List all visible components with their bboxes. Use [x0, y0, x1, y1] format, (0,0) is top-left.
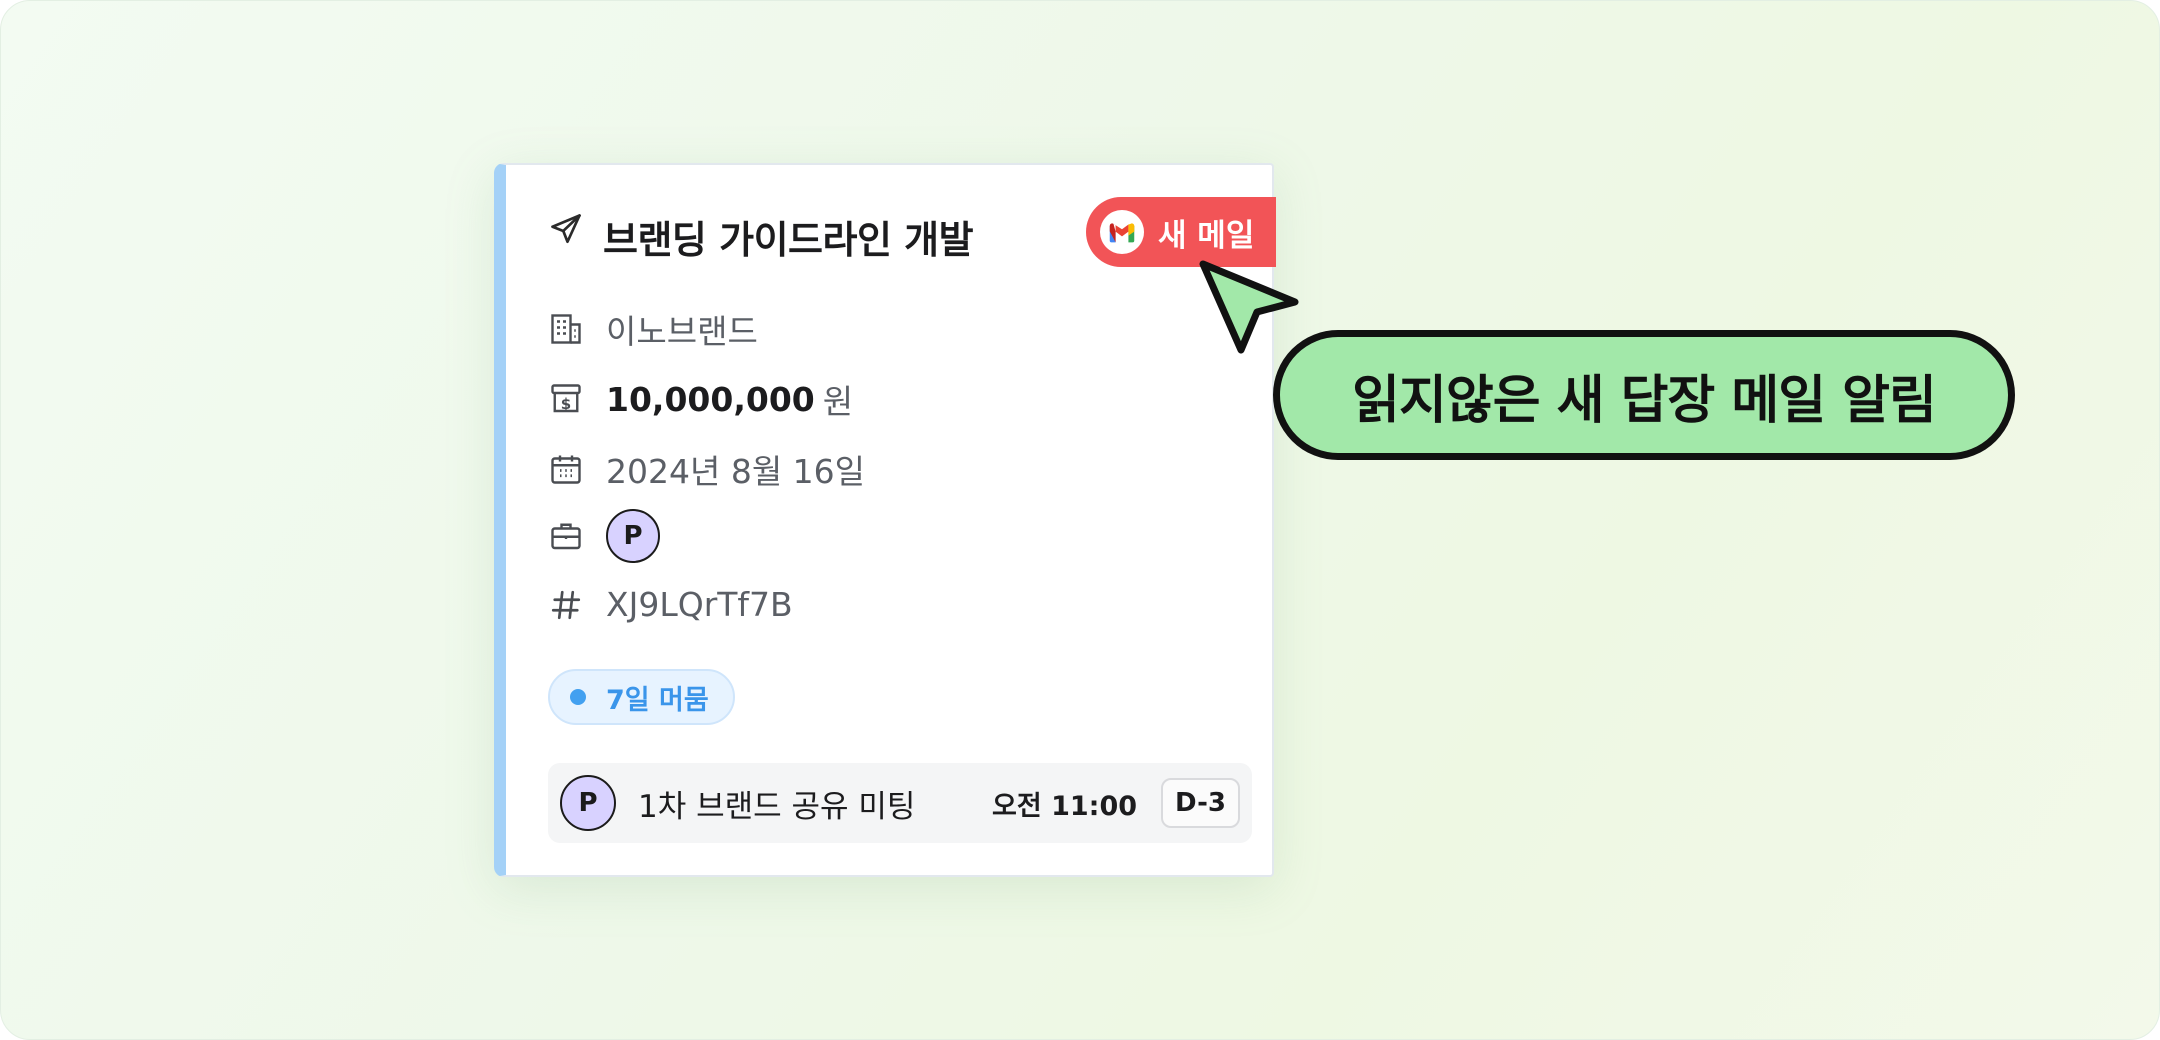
- amount-row: $ 10,000,000 원: [548, 375, 853, 423]
- project-code: XJ9LQrTf7B: [606, 585, 793, 624]
- gmail-icon: [1100, 210, 1144, 254]
- calendar-icon: [548, 451, 584, 487]
- background-canvas: 브랜딩 가이드라인 개발 이노브랜드 $ 10,000,000 원 2024년 …: [0, 0, 2160, 1040]
- assignee-row: P: [548, 509, 660, 563]
- amount-unit: 원: [822, 382, 854, 421]
- stay-duration-label: 7일 머뭄: [606, 684, 709, 716]
- code-row: XJ9LQrTf7B: [548, 585, 793, 624]
- meeting-dday-badge: D-3: [1161, 778, 1240, 828]
- meeting-time: 오전 11:00: [992, 790, 1138, 822]
- paper-plane-icon: [548, 211, 584, 247]
- svg-text:$: $: [561, 395, 571, 413]
- assignee-avatar[interactable]: P: [606, 509, 660, 563]
- money-box-icon: $: [548, 381, 584, 417]
- due-date: 2024년 8월 16일: [606, 452, 866, 491]
- company-name: 이노브랜드: [606, 312, 758, 351]
- meeting-item[interactable]: P 1차 브랜드 공유 미팅 오전 11:00 D-3: [548, 763, 1252, 843]
- building-icon: [548, 311, 584, 347]
- stay-duration-badge: 7일 머뭄: [548, 669, 735, 725]
- title-row: [548, 211, 584, 247]
- card-title[interactable]: 브랜딩 가이드라인 개발: [603, 209, 974, 264]
- date-row: 2024년 8월 16일: [548, 445, 865, 493]
- status-dot-icon: [570, 689, 586, 705]
- amount-value: 10,000,000: [606, 379, 815, 419]
- meeting-title: 1차 브랜드 공유 미팅: [638, 788, 916, 825]
- new-mail-label: 새 메일: [1158, 217, 1255, 254]
- unread-reply-callout: 읽지않은 새 답장 메일 알림: [1273, 330, 2015, 460]
- meeting-avatar: P: [560, 775, 616, 831]
- briefcase-icon: [548, 518, 584, 554]
- project-card[interactable]: 브랜딩 가이드라인 개발 이노브랜드 $ 10,000,000 원 2024년 …: [494, 163, 1274, 877]
- company-row: 이노브랜드: [548, 305, 758, 353]
- hash-icon: [548, 587, 584, 623]
